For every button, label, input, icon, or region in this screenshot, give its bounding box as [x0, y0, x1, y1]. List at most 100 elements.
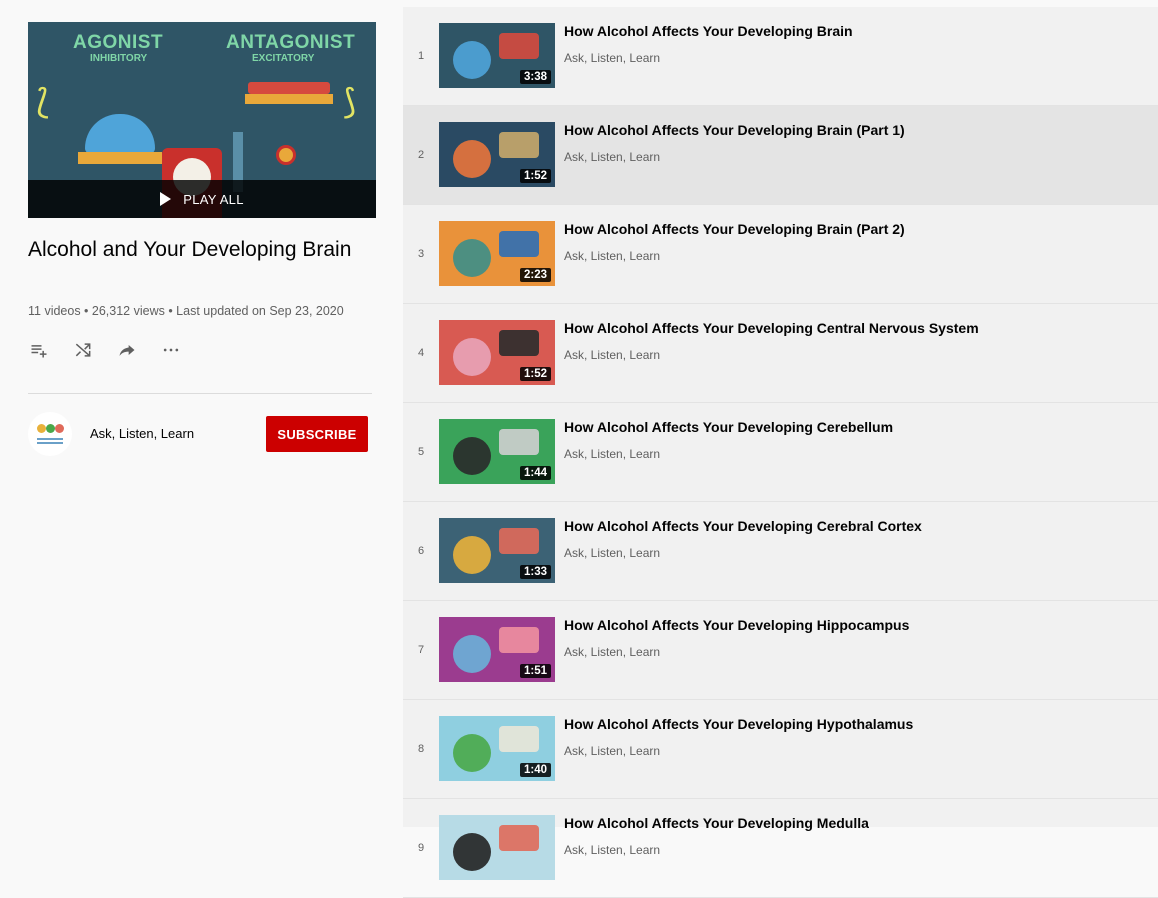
playlist-sidebar: AGONIST INHIBITORY ANTAGONIST EXCITATORY…: [0, 0, 395, 827]
video-thumbnail[interactable]: 1:33: [439, 518, 555, 583]
thumbnail-graphic: [453, 635, 491, 673]
curved-arrow-left-icon: ⟅: [36, 83, 50, 121]
video-thumbnail[interactable]: 1:52: [439, 122, 555, 187]
video-index: 2: [417, 149, 425, 161]
video-channel[interactable]: Ask, Listen, Learn: [564, 249, 660, 263]
video-thumbnail[interactable]: [439, 815, 555, 880]
video-thumbnail[interactable]: 1:44: [439, 419, 555, 484]
video-duration: 1:44: [519, 466, 551, 480]
playlist-video-row[interactable]: 6 1:33 How Alcohol Affects Your Developing…: [403, 502, 1158, 601]
video-index: 4: [417, 347, 425, 359]
video-index: 1: [417, 50, 425, 62]
thumbnail-graphic: [499, 825, 539, 851]
thumbnail-graphic: [499, 528, 539, 554]
sidebar-divider: [28, 393, 372, 394]
video-channel[interactable]: Ask, Listen, Learn: [564, 447, 660, 461]
thumbnail-graphic: [499, 627, 539, 653]
video-channel[interactable]: Ask, Listen, Learn: [564, 348, 660, 362]
video-thumbnail[interactable]: 1:40: [439, 716, 555, 781]
video-channel[interactable]: Ask, Listen, Learn: [564, 51, 660, 65]
play-all-label: PLAY ALL: [183, 191, 244, 207]
playlist-video-row[interactable]: 8 1:40 How Alcohol Affects Your Developing…: [403, 700, 1158, 799]
video-index: 3: [417, 248, 425, 260]
video-index: 7: [417, 644, 425, 656]
video-duration: 1:40: [519, 763, 551, 777]
video-duration: 1:51: [519, 664, 551, 678]
thumbnail-graphic: [499, 33, 539, 59]
subscribe-button[interactable]: SUBSCRIBE: [266, 416, 368, 452]
video-title[interactable]: How Alcohol Affects Your Developing Brai…: [564, 122, 905, 138]
thumbnail-graphic: [453, 734, 491, 772]
playlist-video-row[interactable]: 2 1:52 How Alcohol Affects Your Developing…: [403, 106, 1158, 205]
thumbnail-graphic: [499, 429, 539, 455]
thumbnail-graphic: [499, 231, 539, 257]
playlist-video-row[interactable]: 4 1:52 How Alcohol Affects Your Developing…: [403, 304, 1158, 403]
video-channel[interactable]: Ask, Listen, Learn: [564, 744, 660, 758]
playlist-video-row[interactable]: 9 How Alcohol Affects Your Developing Med…: [403, 799, 1158, 898]
video-duration: 2:23: [519, 268, 551, 282]
playlist-video-row[interactable]: 3 2:23 How Alcohol Affects Your Developing…: [403, 205, 1158, 304]
more-icon[interactable]: [160, 339, 182, 361]
playlist-hero-thumbnail[interactable]: AGONIST INHIBITORY ANTAGONIST EXCITATORY…: [28, 22, 376, 218]
thumbnail-graphic: [453, 41, 491, 79]
video-title[interactable]: How Alcohol Affects Your Developing Cent…: [564, 320, 979, 336]
video-thumbnail[interactable]: 2:23: [439, 221, 555, 286]
video-thumbnail[interactable]: 1:52: [439, 320, 555, 385]
video-duration: 1:33: [519, 565, 551, 579]
video-index: 6: [417, 545, 425, 557]
video-index: 9: [417, 842, 425, 854]
video-duration: 3:38: [519, 70, 551, 84]
playlist-title[interactable]: Alcohol and Your Developing Brain: [28, 236, 368, 263]
channel-name[interactable]: Ask, Listen, Learn: [90, 426, 194, 441]
playlist-video-row[interactable]: 1 3:38 How Alcohol Affects Your Developing…: [403, 7, 1158, 106]
play-icon: [160, 192, 172, 206]
video-channel[interactable]: Ask, Listen, Learn: [564, 546, 660, 560]
video-channel[interactable]: Ask, Listen, Learn: [564, 645, 660, 659]
playlist-video-row[interactable]: 5 1:44 How Alcohol Affects Your Developing…: [403, 403, 1158, 502]
video-duration: 1:52: [519, 169, 551, 183]
channel-avatar[interactable]: [28, 412, 72, 456]
playlist-stats: 11 videos • 26,312 views • Last updated …: [28, 304, 344, 318]
thumbnail-graphic: [453, 536, 491, 574]
video-title[interactable]: How Alcohol Affects Your Developing Cere…: [564, 518, 922, 534]
video-duration: 1:52: [519, 367, 551, 381]
video-title[interactable]: How Alcohol Affects Your Developing Cere…: [564, 419, 893, 435]
hero-inhibitory-text: INHIBITORY: [90, 53, 148, 64]
playlist-actions: [28, 339, 182, 361]
playlist-video-list: 1 3:38 How Alcohol Affects Your Developing…: [403, 7, 1158, 898]
video-index: 8: [417, 743, 425, 755]
share-icon[interactable]: [116, 339, 138, 361]
curved-arrow-right-icon: ⟆: [343, 83, 357, 121]
thumbnail-graphic: [499, 726, 539, 752]
hero-agonist-text: AGONIST: [73, 32, 164, 53]
video-channel[interactable]: Ask, Listen, Learn: [564, 150, 660, 164]
hero-excitatory-text: EXCITATORY: [252, 53, 315, 64]
hero-red-molecules-graphic: [248, 82, 330, 94]
hero-right-tray-graphic: [245, 94, 333, 104]
video-title[interactable]: How Alcohol Affects Your Developing Medu…: [564, 815, 869, 831]
thumbnail-graphic: [453, 239, 491, 277]
playlist-video-row[interactable]: 7 1:51 How Alcohol Affects Your Developing…: [403, 601, 1158, 700]
video-thumbnail[interactable]: 1:51: [439, 617, 555, 682]
video-title[interactable]: How Alcohol Affects Your Developing Brai…: [564, 23, 853, 39]
play-all-button[interactable]: PLAY ALL: [28, 180, 376, 218]
add-to-queue-icon[interactable]: [28, 339, 50, 361]
playlist-owner: Ask, Listen, Learn SUBSCRIBE: [28, 412, 372, 456]
thumbnail-graphic: [453, 140, 491, 178]
thumbnail-graphic: [453, 437, 491, 475]
video-title[interactable]: How Alcohol Affects Your Developing Hipp…: [564, 617, 909, 633]
thumbnail-graphic: [499, 132, 539, 158]
video-channel[interactable]: Ask, Listen, Learn: [564, 843, 660, 857]
hero-molecules-graphic: [85, 114, 155, 154]
video-index: 5: [417, 446, 425, 458]
hero-left-tray-graphic: [78, 152, 162, 164]
video-title[interactable]: How Alcohol Affects Your Developing Brai…: [564, 221, 905, 237]
video-thumbnail[interactable]: 3:38: [439, 23, 555, 88]
hero-knob-graphic: [276, 145, 296, 165]
hero-antagonist-text: ANTAGONIST: [226, 32, 356, 53]
thumbnail-graphic: [453, 833, 491, 871]
video-title[interactable]: How Alcohol Affects Your Developing Hypo…: [564, 716, 913, 732]
shuffle-icon[interactable]: [72, 339, 94, 361]
thumbnail-graphic: [453, 338, 491, 376]
thumbnail-graphic: [499, 330, 539, 356]
